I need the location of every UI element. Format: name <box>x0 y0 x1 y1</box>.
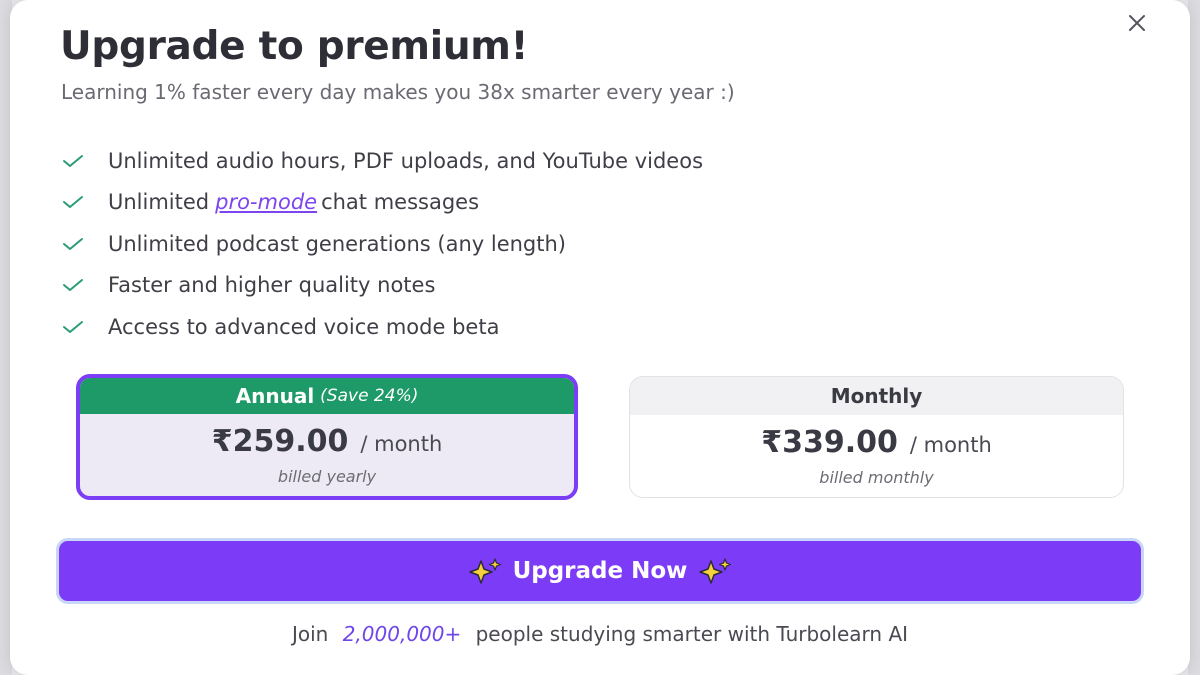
billing-note: billed yearly <box>277 467 377 486</box>
pro-mode-link[interactable]: pro-mode <box>215 190 317 214</box>
check-icon <box>62 154 90 168</box>
plan-price: ₹339.00 <box>761 425 898 460</box>
feature-item: Unlimited pro-mode chat messages <box>62 182 703 224</box>
price-row: ₹259.00 / month <box>80 424 574 459</box>
price-row: ₹339.00 / month <box>630 425 1123 460</box>
upgrade-modal: Upgrade to premium! Learning 1% faster e… <box>10 0 1190 675</box>
close-button[interactable] <box>1124 12 1150 38</box>
save-badge: (Save 24%) <box>320 386 419 406</box>
feature-list: Unlimited audio hours, PDF uploads, and … <box>62 140 703 348</box>
feature-item: Unlimited audio hours, PDF uploads, and … <box>62 140 703 182</box>
close-icon <box>1128 14 1146 36</box>
feature-text: Unlimited audio hours, PDF uploads, and … <box>108 148 704 173</box>
monthly-plan-card[interactable]: Monthly ₹339.00 / month billed monthly <box>629 376 1124 498</box>
feature-item: Unlimited podcast generations (any lengt… <box>62 223 703 265</box>
user-count: 2,000,000+ <box>342 622 462 646</box>
plan-price: ₹259.00 <box>211 424 349 459</box>
check-icon <box>62 320 90 334</box>
check-icon <box>62 195 90 209</box>
feature-text: Unlimited <box>108 190 210 215</box>
annual-plan-card[interactable]: Annual (Save 24%) ₹259.00 / month billed… <box>76 374 578 500</box>
upgrade-button-label: Upgrade Now <box>512 558 688 584</box>
feature-text: Unlimited podcast generations (any lengt… <box>108 231 567 256</box>
feature-text: Access to advanced voice mode beta <box>108 314 500 339</box>
feature-text: chat messages <box>321 190 480 215</box>
sparkles-icon <box>467 558 503 584</box>
monthly-plan-header: Monthly <box>630 377 1123 415</box>
social-proof-prefix: Join <box>291 622 329 646</box>
social-proof: Join 2,000,000+ people studying smarter … <box>10 622 1190 646</box>
feature-text: Faster and higher quality notes <box>108 273 436 298</box>
feature-item: Faster and higher quality notes <box>62 265 703 307</box>
plan-name: Monthly <box>830 384 923 408</box>
sparkles-icon <box>697 558 733 584</box>
annual-plan-header: Annual (Save 24%) <box>80 378 574 414</box>
price-period: / month <box>360 432 443 456</box>
feature-item: Access to advanced voice mode beta <box>62 306 703 348</box>
modal-title: Upgrade to premium! <box>60 24 529 69</box>
check-icon <box>62 237 90 251</box>
social-proof-suffix: people studying smarter with Turbolearn … <box>475 622 909 646</box>
modal-subtitle: Learning 1% faster every day makes you 3… <box>61 80 735 104</box>
upgrade-now-button[interactable]: Upgrade Now <box>56 538 1144 604</box>
price-period: / month <box>909 433 992 457</box>
plan-name: Annual <box>235 384 315 408</box>
check-icon <box>62 278 90 292</box>
billing-note: billed monthly <box>819 468 934 487</box>
